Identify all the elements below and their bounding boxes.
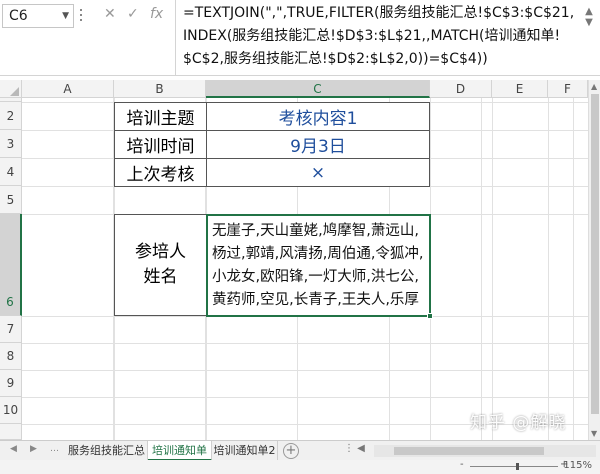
scroll-down-icon[interactable]: ▼ — [591, 429, 597, 438]
watermark: 知乎 @解晓 — [470, 413, 567, 433]
tab-training-notice-2[interactable]: 培训通知单2 — [212, 441, 278, 461]
sheet-tab-bar: ◀ ▶ … 服务组技能汇总 培训通知单 培训通知单2 + ⋮ ◀ — [0, 440, 600, 461]
chevron-down-icon[interactable]: ▼ — [62, 5, 69, 27]
participants-label-cell[interactable]: 参培人 姓名 — [114, 214, 207, 316]
tab-training-notice[interactable]: 培训通知单 — [148, 441, 212, 461]
name-box-value: C6 — [9, 8, 28, 24]
horizontal-scrollbar[interactable]: ⋮ ◀ — [344, 443, 596, 457]
cancel-icon[interactable]: ✕ — [104, 6, 116, 22]
row-header-6[interactable]: 6 — [0, 214, 22, 316]
row-header-2[interactable]: 2 — [0, 102, 22, 130]
formula-scroll[interactable]: ▲ ▼ — [582, 6, 596, 28]
participants-line: 黄药师,空见,长青子,王夫人,乐厚 — [212, 292, 419, 308]
divider — [175, 0, 176, 76]
enter-icon[interactable]: ✓ — [127, 6, 139, 22]
formula-input[interactable]: =TEXTJOIN(",",TRUE,FILTER(服务组技能汇总!$C$3:$… — [183, 2, 578, 71]
row-header-11[interactable] — [0, 424, 22, 440]
row-header-9[interactable]: 9 — [0, 370, 22, 397]
zoom-out-button[interactable]: - — [460, 459, 464, 470]
gridline — [22, 370, 588, 371]
zoom-level[interactable]: 115% — [563, 460, 592, 471]
h-scroll-thumb[interactable] — [394, 447, 544, 455]
participants-label-line1: 参培人 — [135, 242, 186, 262]
gridline — [548, 98, 549, 440]
time-value-cell[interactable]: 9月3日 — [206, 130, 430, 159]
add-sheet-button[interactable]: + — [283, 443, 299, 459]
participants-line: 无崖子,天山童姥,鸠摩智,萧远山, — [212, 223, 419, 239]
tab-prev-icon[interactable]: ◀ — [10, 444, 17, 454]
column-header-e[interactable]: E — [492, 80, 548, 98]
vertical-scrollbar[interactable]: ▲ ▼ — [588, 80, 600, 440]
topic-label-cell[interactable]: 培训主题 — [114, 102, 207, 131]
scroll-thumb[interactable] — [591, 94, 599, 414]
participants-line: 杨过,郭靖,风清扬,周伯通,令狐冲, — [212, 246, 424, 262]
tab-more-icon[interactable]: … — [50, 444, 59, 454]
fill-handle[interactable] — [427, 313, 433, 319]
row-header-7[interactable]: 7 — [0, 316, 22, 343]
split-handle-icon[interactable]: ⋮ ◀ — [344, 443, 365, 454]
row-header-4[interactable]: 4 — [0, 158, 22, 186]
time-label-cell[interactable]: 培训时间 — [114, 130, 207, 159]
zoom-slider[interactable] — [470, 463, 558, 470]
last-exam-label-cell[interactable]: 上次考核 — [114, 158, 207, 187]
tab-skills-summary[interactable]: 服务组技能汇总 — [66, 441, 148, 461]
participants-line: 小龙女,欧阳锋,一灯大师,洪七公, — [212, 269, 419, 285]
select-all-button[interactable] — [0, 80, 22, 98]
formula-bar: C6 ▼ ✕ ✓ fx =TEXTJOIN(",",TRUE,FILTER(服务… — [0, 0, 600, 76]
row-header-3[interactable]: 3 — [0, 130, 22, 158]
participants-list: 无崖子,天山童姥,鸠摩智,萧远山, 杨过,郭靖,风清扬,周伯通,令狐冲, 小龙女… — [212, 220, 424, 312]
name-box[interactable]: C6 ▼ — [2, 4, 74, 28]
row-header-10[interactable]: 10 — [0, 397, 22, 424]
column-header-b[interactable]: B — [114, 80, 206, 98]
gridline — [492, 98, 493, 440]
scroll-up-icon[interactable]: ▲ — [591, 82, 597, 91]
drag-handle-icon[interactable] — [80, 9, 83, 23]
column-headers: A B C D E F — [0, 80, 600, 98]
row-header-5[interactable]: 5 — [0, 186, 22, 214]
row-header-8[interactable]: 8 — [0, 343, 22, 370]
gridline — [22, 397, 588, 398]
topic-value-cell[interactable]: 考核内容1 — [206, 102, 430, 131]
column-header-a[interactable]: A — [22, 80, 114, 98]
column-header-f[interactable]: F — [548, 80, 588, 98]
column-header-d[interactable]: D — [430, 80, 492, 98]
status-bar: - + 115% — [0, 459, 600, 474]
participants-value-cell[interactable]: 无崖子,天山童姥,鸠摩智,萧远山, 杨过,郭靖,风清扬,周伯通,令狐冲, 小龙女… — [206, 214, 433, 319]
insert-function-icon[interactable]: fx — [150, 6, 163, 22]
tab-next-icon[interactable]: ▶ — [30, 444, 37, 454]
participants-label-line2: 姓名 — [143, 267, 178, 287]
last-exam-value-cell[interactable]: × — [206, 158, 430, 187]
gridline — [22, 343, 588, 344]
column-header-c[interactable]: C — [206, 80, 430, 98]
